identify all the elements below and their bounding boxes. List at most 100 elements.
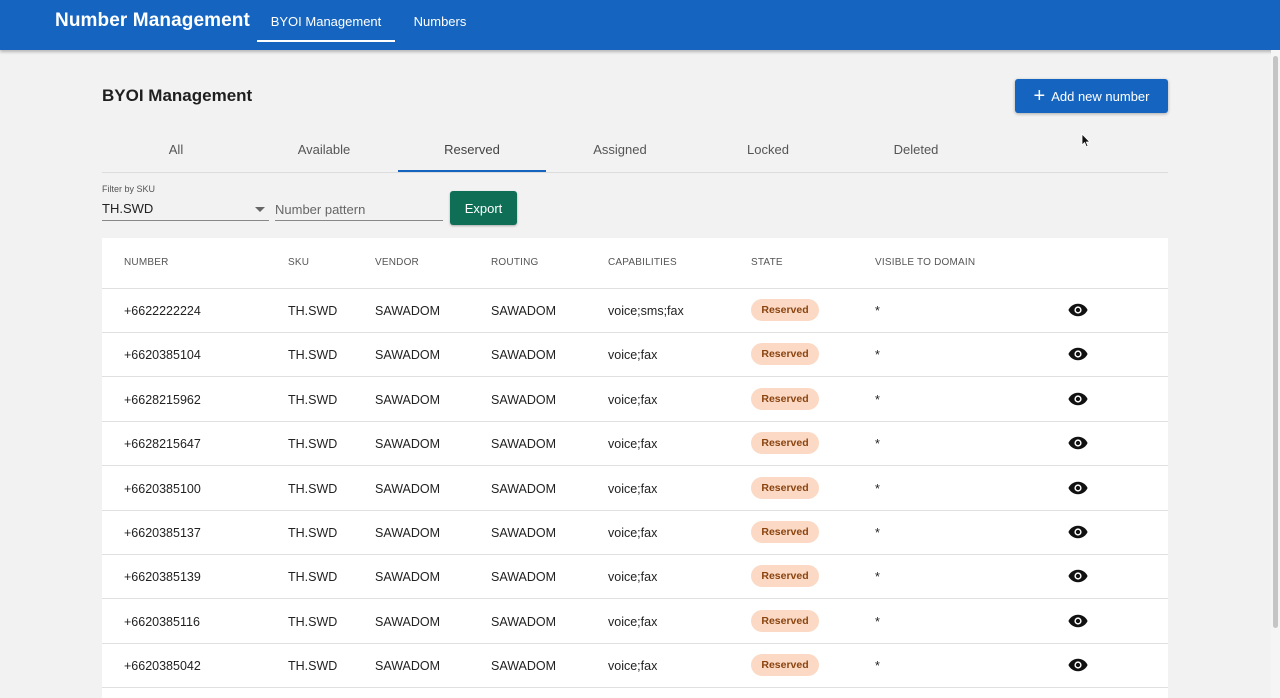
visible-to-domain-cell: * bbox=[875, 570, 880, 585]
visible-to-domain-cell: * bbox=[875, 348, 880, 363]
vendor-cell: SAWADOM bbox=[375, 659, 441, 674]
vendor-cell: SAWADOM bbox=[375, 570, 441, 585]
table-row[interactable]: +6620385116 TH.SWD SAWADOM SAWADOM voice;fax… bbox=[102, 600, 1168, 644]
routing-cell: SAWADOM bbox=[491, 614, 557, 629]
sku-cell: TH.SWD bbox=[288, 304, 338, 318]
column-header-visible-to-domain[interactable]: VISIBLE TO DOMAIN bbox=[875, 257, 975, 268]
add-new-number-label: Add new number bbox=[1051, 88, 1150, 104]
number-cell: +6620385137 bbox=[124, 526, 201, 540]
status-badge: Reserved bbox=[751, 432, 819, 455]
sku-cell: TH.SWD bbox=[288, 614, 338, 629]
visible-to-domain-cell: * bbox=[875, 481, 880, 496]
capabilities-cell: voice;fax bbox=[608, 437, 658, 452]
routing-cell: SAWADOM bbox=[491, 437, 557, 452]
status-badge: Reserved bbox=[751, 565, 819, 588]
status-badge: Reserved bbox=[751, 343, 819, 366]
number-cell: +6620385104 bbox=[124, 348, 201, 363]
table-row[interactable]: +6628215647 TH.SWD SAWADOM SAWADOM voice;fax… bbox=[102, 422, 1168, 467]
column-header-number[interactable]: NUMBER bbox=[124, 257, 169, 268]
routing-cell: SAWADOM bbox=[491, 348, 557, 363]
eye-icon[interactable] bbox=[1068, 658, 1088, 672]
table-row[interactable]: +6622222224 TH.SWD SAWADOM SAWADOM voice;sms… bbox=[102, 289, 1168, 333]
eye-icon[interactable] bbox=[1068, 525, 1088, 539]
column-header-sku[interactable]: SKU bbox=[288, 257, 309, 268]
eye-icon[interactable] bbox=[1068, 569, 1088, 583]
number-cell: +6628215647 bbox=[124, 437, 201, 452]
number-cell: +6622222224 bbox=[124, 304, 201, 318]
routing-cell: SAWADOM bbox=[491, 526, 557, 540]
visible-to-domain-cell: * bbox=[875, 304, 880, 318]
vendor-cell: SAWADOM bbox=[375, 304, 441, 318]
status-badge: Reserved bbox=[751, 299, 819, 321]
status-badge: Reserved bbox=[751, 476, 819, 499]
tab-reserved[interactable]: Reserved bbox=[398, 128, 546, 172]
vendor-cell: SAWADOM bbox=[375, 348, 441, 363]
routing-cell: SAWADOM bbox=[491, 392, 557, 407]
eye-icon[interactable] bbox=[1068, 436, 1088, 450]
column-header-vendor[interactable]: VENDOR bbox=[375, 257, 419, 268]
routing-cell: SAWADOM bbox=[491, 659, 557, 674]
table-row[interactable]: +6620385139 TH.SWD SAWADOM SAWADOM voice;fax… bbox=[102, 555, 1168, 600]
sku-cell: TH.SWD bbox=[288, 481, 338, 496]
table-row[interactable]: +6620385042 TH.SWD SAWADOM SAWADOM voice;fax… bbox=[102, 644, 1168, 689]
status-badge: Reserved bbox=[751, 387, 819, 410]
table-row[interactable]: +6628215962 TH.SWD SAWADOM SAWADOM voice;fax… bbox=[102, 378, 1168, 422]
vendor-cell: SAWADOM bbox=[375, 526, 441, 540]
sku-cell: TH.SWD bbox=[288, 437, 338, 452]
app-bar: Number Management BYOI Management Number… bbox=[0, 0, 1280, 50]
number-cell: +6620385139 bbox=[124, 570, 201, 585]
column-header-capabilities[interactable]: CAPABILITIES bbox=[608, 257, 677, 268]
eye-icon[interactable] bbox=[1068, 303, 1088, 317]
scrollbar-thumb[interactable] bbox=[1273, 56, 1278, 628]
caret-down-icon bbox=[255, 207, 265, 212]
visible-to-domain-cell: * bbox=[875, 614, 880, 629]
eye-icon[interactable] bbox=[1068, 614, 1088, 628]
tab-deleted[interactable]: Deleted bbox=[842, 128, 990, 172]
visible-to-domain-cell: * bbox=[875, 526, 880, 540]
numbers-table: NUMBER SKU VENDOR ROUTING CAPABILITIES S… bbox=[102, 238, 1168, 698]
table-row[interactable]: +6620385104 TH.SWD SAWADOM SAWADOM voice;fax… bbox=[102, 333, 1168, 378]
sku-cell: TH.SWD bbox=[288, 348, 338, 363]
export-button[interactable]: Export bbox=[450, 191, 517, 225]
capabilities-cell: voice;sms;fax bbox=[608, 304, 684, 318]
visible-to-domain-cell: * bbox=[875, 392, 880, 407]
tab-locked[interactable]: Locked bbox=[694, 128, 842, 172]
capabilities-cell: voice;fax bbox=[608, 570, 658, 585]
table-header: NUMBER SKU VENDOR ROUTING CAPABILITIES S… bbox=[102, 238, 1168, 289]
vendor-cell: SAWADOM bbox=[375, 614, 441, 629]
tab-all[interactable]: All bbox=[102, 128, 250, 172]
sku-cell: TH.SWD bbox=[288, 570, 338, 585]
table-row[interactable]: +6620385100 TH.SWD SAWADOM SAWADOM voice;fax… bbox=[102, 467, 1168, 511]
app-title: Number Management bbox=[55, 10, 250, 31]
number-pattern-input[interactable] bbox=[275, 197, 443, 221]
eye-icon[interactable] bbox=[1068, 481, 1088, 495]
routing-cell: SAWADOM bbox=[491, 304, 557, 318]
capabilities-cell: voice;fax bbox=[608, 348, 658, 363]
sku-cell: TH.SWD bbox=[288, 526, 338, 540]
sku-cell: TH.SWD bbox=[288, 659, 338, 674]
capabilities-cell: voice;fax bbox=[608, 392, 658, 407]
visible-to-domain-cell: * bbox=[875, 437, 880, 452]
state-tabs: All Available Reserved Assigned Locked D… bbox=[102, 128, 1168, 173]
status-badge: Reserved bbox=[751, 609, 819, 632]
table-row[interactable]: +6620385137 TH.SWD SAWADOM SAWADOM voice;fax… bbox=[102, 511, 1168, 555]
nav-tab-numbers[interactable]: Numbers bbox=[400, 0, 480, 42]
column-header-state[interactable]: STATE bbox=[751, 257, 783, 268]
capabilities-cell: voice;fax bbox=[608, 526, 658, 540]
capabilities-cell: voice;fax bbox=[608, 614, 658, 629]
tab-assigned[interactable]: Assigned bbox=[546, 128, 694, 172]
vendor-cell: SAWADOM bbox=[375, 392, 441, 407]
page-scrollbar[interactable] bbox=[1271, 50, 1280, 698]
sku-filter-label: Filter by SKU bbox=[102, 184, 156, 194]
sku-filter-value: TH.SWD bbox=[102, 201, 154, 216]
sku-filter-select[interactable]: TH.SWD bbox=[102, 197, 269, 221]
page-title: BYOI Management bbox=[102, 86, 253, 105]
nav-tab-byoi-management[interactable]: BYOI Management bbox=[257, 0, 395, 42]
column-header-routing[interactable]: ROUTING bbox=[491, 257, 539, 268]
eye-icon[interactable] bbox=[1068, 347, 1088, 361]
number-cell: +6628215962 bbox=[124, 392, 201, 407]
tab-available[interactable]: Available bbox=[250, 128, 398, 172]
number-cell: +6620385042 bbox=[124, 659, 201, 674]
eye-icon[interactable] bbox=[1068, 392, 1088, 406]
add-new-number-button[interactable]: + Add new number bbox=[1015, 79, 1168, 113]
